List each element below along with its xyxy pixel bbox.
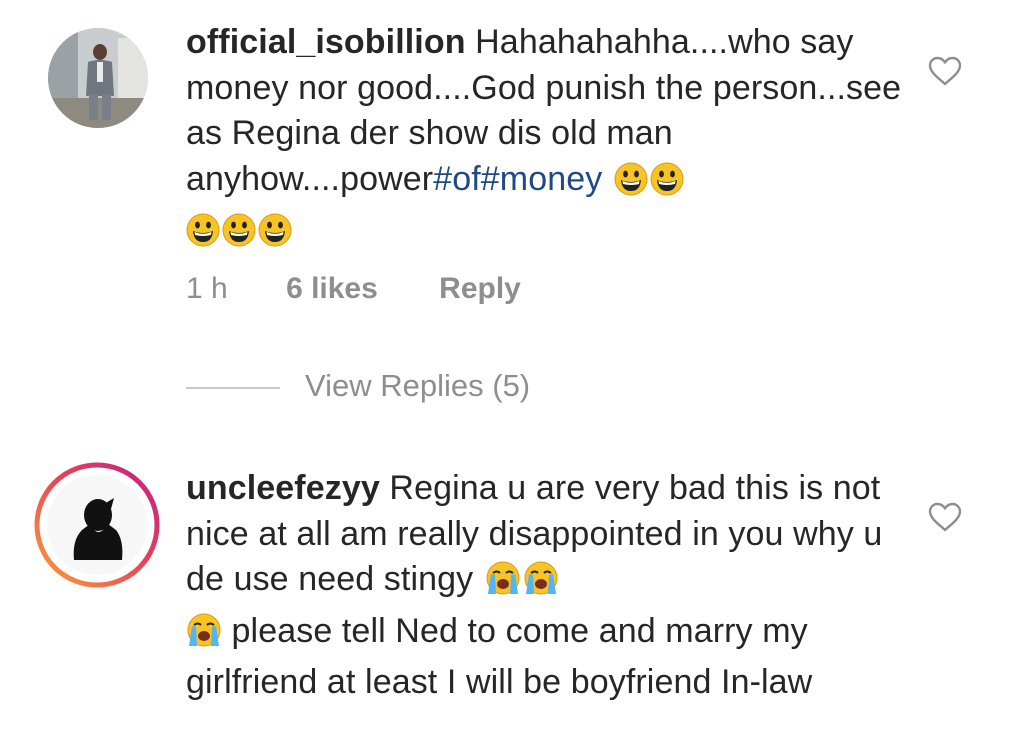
like-heart-icon[interactable]	[928, 56, 962, 91]
avatar-silhouette-icon	[34, 462, 160, 588]
comment-1: official_isobillion Hahahahahha....who s…	[0, 0, 1024, 440]
view-replies-button[interactable]: View Replies (5)	[305, 368, 530, 404]
loudly-crying-face-emoji	[485, 560, 521, 609]
reply-button[interactable]: Reply	[439, 272, 521, 306]
profile-photo	[48, 28, 148, 128]
comment-username[interactable]: uncleefezyy	[186, 469, 380, 507]
loudly-crying-face-emoji	[523, 560, 559, 609]
comment-body: uncleefezyy Regina u are very bad this i…	[186, 466, 906, 706]
comment-time: 1 h	[186, 272, 228, 305]
loudly-crying-face-emoji	[186, 612, 222, 661]
grinning-face-emoji	[186, 213, 220, 260]
divider-line	[186, 387, 280, 389]
like-heart-icon[interactable]	[928, 502, 962, 537]
comment-2: uncleefezyy Regina u are very bad this i…	[0, 440, 1024, 751]
comment-text: please tell Ned to come and marry my gir…	[186, 611, 813, 702]
comment-username[interactable]: official_isobillion	[186, 23, 466, 61]
hashtag-link[interactable]: #of	[433, 160, 481, 198]
grinning-face-emoji	[650, 162, 684, 209]
user-avatar-story-ring[interactable]	[34, 462, 160, 588]
comment-body: official_isobillion Hahahahahha....who s…	[186, 20, 906, 260]
grinning-face-emoji	[222, 213, 256, 260]
likes-count[interactable]: 6 likes	[286, 272, 378, 306]
grinning-face-emoji	[614, 162, 648, 209]
user-avatar[interactable]	[48, 28, 148, 128]
grinning-face-emoji	[258, 213, 292, 260]
comment-meta: 1 h 6 likes Reply	[186, 272, 521, 306]
hashtag-link[interactable]: #money	[481, 160, 603, 198]
